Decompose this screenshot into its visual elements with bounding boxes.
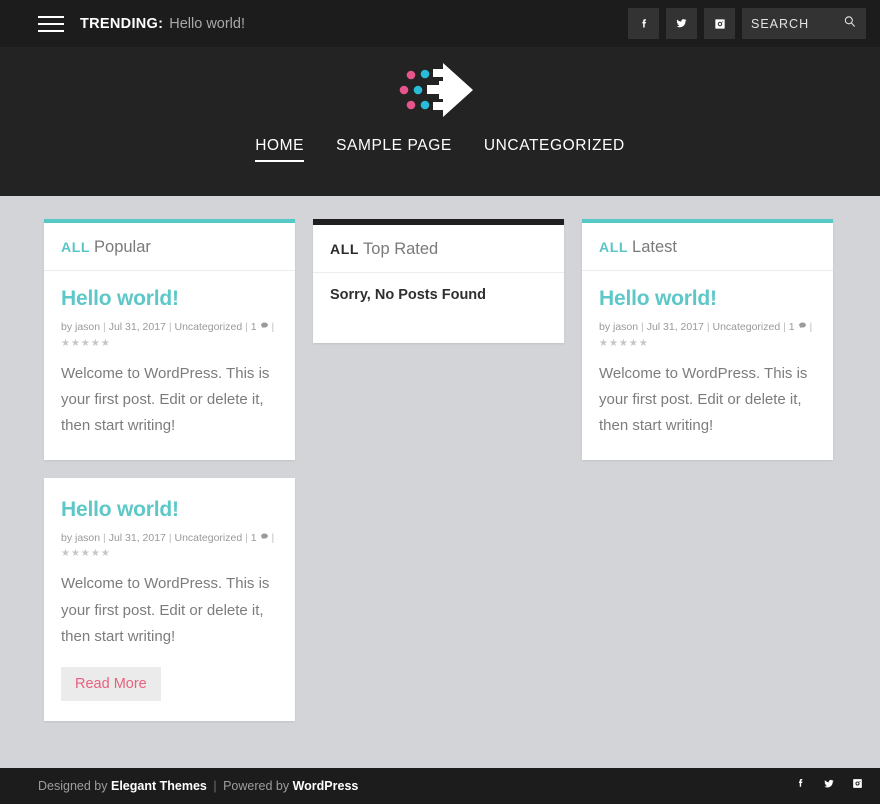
instagram-icon[interactable]	[704, 8, 735, 39]
meta-separator: |	[103, 531, 106, 544]
post-comment-count[interactable]: 1	[251, 321, 257, 333]
post-date: Jul 31, 2017	[646, 321, 704, 333]
trending-label: TRENDING:	[80, 15, 164, 32]
post-rating-stars[interactable]: ★★★★★	[61, 338, 278, 349]
post-rating-stars[interactable]: ★★★★★	[61, 548, 278, 559]
meta-separator: |	[809, 321, 813, 333]
search-box[interactable]	[742, 8, 866, 39]
comment-bubble-icon	[798, 321, 810, 333]
meta-separator: |	[271, 531, 275, 544]
site-header: HOME SAMPLE PAGE UNCATEGORIZED	[0, 47, 880, 196]
nav-item-uncategorized[interactable]: UNCATEGORIZED	[484, 137, 625, 162]
hamburger-line	[38, 29, 64, 32]
meta-separator: |	[245, 321, 248, 333]
card-tag[interactable]: ALL	[330, 241, 359, 257]
footer-separator: |	[213, 779, 217, 793]
nav-item-sample-page[interactable]: SAMPLE PAGE	[336, 137, 452, 162]
read-more-button[interactable]: Read More	[61, 667, 161, 701]
post-meta: by jason | Jul 31, 2017 | Uncategorized …	[61, 320, 278, 336]
card-body: Hello world! by jason | Jul 31, 2017 | U…	[582, 271, 833, 460]
card-header-latest: ALL Latest	[582, 223, 833, 271]
card-body: Hello world! by jason | Jul 31, 2017 | U…	[44, 271, 295, 460]
post-title[interactable]: Hello world!	[61, 287, 278, 311]
comment-bubble-icon	[260, 532, 272, 544]
post-excerpt: Welcome to WordPress. This is your first…	[599, 364, 808, 435]
post-date: Jul 31, 2017	[108, 321, 166, 333]
card-latest: ALL Latest Hello world! by jason | Jul 31…	[582, 219, 833, 460]
hamburger-icon[interactable]	[38, 15, 64, 32]
post-category[interactable]: Uncategorized	[174, 321, 242, 333]
instagram-icon[interactable]	[851, 777, 864, 795]
twitter-icon[interactable]	[666, 8, 697, 39]
hamburger-line	[38, 15, 64, 18]
empty-state-message: Sorry, No Posts Found	[330, 287, 487, 303]
post-meta: by jason | Jul 31, 2017 | Uncategorized …	[61, 531, 278, 547]
card-tag[interactable]: ALL	[599, 239, 628, 255]
card-featured-post: Hello world! by jason | Jul 31, 2017 | U…	[44, 477, 295, 722]
meta-separator: |	[706, 321, 710, 333]
card-header-top-rated: ALL Top Rated	[313, 225, 564, 273]
post-excerpt: Welcome to WordPress. This is your first…	[61, 575, 270, 645]
post-author[interactable]: by jason	[599, 321, 638, 333]
post-title[interactable]: Hello world!	[599, 287, 816, 311]
hamburger-line	[38, 22, 64, 25]
top-bar: TRENDING: Hello world!	[0, 0, 880, 47]
meta-separator: |	[168, 531, 172, 544]
card-header-popular: ALL Popular	[44, 223, 295, 271]
post-excerpt: Welcome to WordPress. This is your first…	[61, 364, 270, 435]
post-category[interactable]: Uncategorized	[712, 321, 780, 333]
footer-social-links	[794, 777, 864, 796]
meta-separator: |	[783, 321, 786, 333]
card-title: Latest	[632, 238, 677, 256]
footer-powered-by: Powered by	[223, 779, 290, 793]
meta-separator: |	[271, 321, 275, 333]
card-top-rated: ALL Top Rated Sorry, No Posts Found	[313, 219, 564, 343]
meta-separator: |	[168, 321, 172, 333]
twitter-icon[interactable]	[822, 777, 836, 796]
search-icon[interactable]	[843, 14, 857, 33]
card-grid: ALL Popular Hello world! by jason | Jul 3…	[0, 196, 880, 768]
post-comment-count[interactable]: 1	[251, 532, 257, 544]
footer-designer-link[interactable]: Elegant Themes	[111, 779, 207, 793]
meta-separator: |	[245, 531, 248, 544]
post-author[interactable]: by jason	[61, 532, 100, 544]
footer-platform-link[interactable]: WordPress	[293, 779, 359, 793]
post-author[interactable]: by jason	[61, 321, 100, 333]
footer-credits: Designed by Elegant Themes | Powered by …	[38, 779, 358, 793]
post-title[interactable]: Hello world!	[61, 498, 278, 522]
post-category[interactable]: Uncategorized	[174, 532, 242, 544]
search-input[interactable]	[751, 16, 841, 31]
card-title: Top Rated	[363, 240, 439, 258]
meta-separator: |	[641, 321, 644, 333]
post-rating-stars[interactable]: ★★★★★	[599, 338, 816, 349]
comment-bubble-icon	[260, 321, 272, 333]
post-comment-count[interactable]: 1	[789, 321, 795, 333]
card-title: Popular	[94, 238, 151, 256]
post-date: Jul 31, 2017	[108, 531, 166, 544]
nav-item-home[interactable]: HOME	[255, 137, 305, 162]
top-bar-right	[628, 8, 866, 39]
post-meta: by jason | Jul 31, 2017 | Uncategorized …	[599, 320, 816, 336]
trending-post-link[interactable]: Hello world!	[169, 16, 245, 32]
footer-designed-by: Designed by	[38, 779, 108, 793]
facebook-icon[interactable]	[794, 777, 807, 795]
main-nav: HOME SAMPLE PAGE UNCATEGORIZED	[255, 137, 625, 162]
meta-separator: |	[103, 321, 106, 333]
card-popular: ALL Popular Hello world! by jason | Jul 3…	[44, 219, 295, 460]
facebook-icon[interactable]	[628, 8, 659, 39]
card-tag[interactable]: ALL	[61, 239, 90, 255]
site-logo-arrow[interactable]	[399, 59, 481, 121]
card-body: Hello world! by jason | Jul 31, 2017 | U…	[44, 478, 295, 722]
site-footer: Designed by Elegant Themes | Powered by …	[0, 768, 880, 804]
